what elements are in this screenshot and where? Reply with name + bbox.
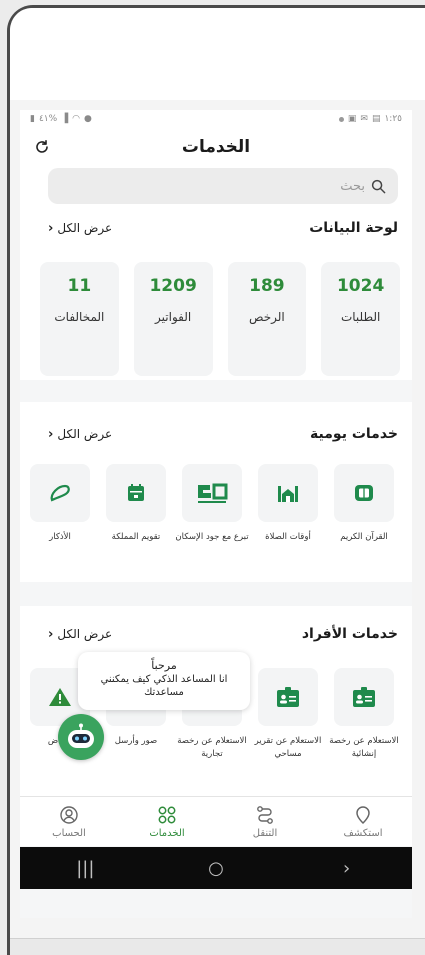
dashboard-title: لوحة البيانات <box>309 220 398 236</box>
back-icon[interactable]: › <box>317 858 377 879</box>
mail-status-icon: ✉ <box>360 114 368 124</box>
stat-card-licenses[interactable]: 189 الرخص <box>227 262 307 376</box>
notification-dot-icon <box>338 116 344 122</box>
header: الخدمات <box>20 128 412 166</box>
individual-services-title: خدمات الأفراد <box>301 626 398 642</box>
service-tile-survey-report[interactable]: الاستعلام عن تقرير مساحي <box>255 668 321 761</box>
bottom-navigation: استكشف التنقل الخدمات الحساب <box>20 796 412 846</box>
nav-services[interactable]: الخدمات <box>132 805 202 839</box>
location-pin-icon <box>356 805 370 824</box>
service-label: الاستعلام عن رخصة إنشائية <box>329 736 399 760</box>
system-navigation-bar: ||| ○ › <box>20 847 412 889</box>
service-label: الأذكار <box>49 532 71 542</box>
search-icon <box>371 179 386 193</box>
refresh-icon[interactable] <box>34 139 50 155</box>
service-tile-prayer-times[interactable]: أوقات الصلاة <box>258 464 318 544</box>
service-tile-jood-donation[interactable]: تبرع مع جود الإسكان <box>175 464 249 544</box>
assistant-chat-bubble[interactable]: مرحباً انا المساعد الذكي كيف يمكنني مساع… <box>78 652 250 710</box>
view-all-label: عرض الكل <box>57 427 113 441</box>
page-title: الخدمات <box>181 137 251 157</box>
mosque-icon <box>258 464 318 522</box>
service-label: القرآن الكريم <box>340 532 388 542</box>
service-label: صور وأرسل <box>114 736 158 746</box>
daily-view-all-link[interactable]: عرض الكل ‹ <box>48 427 112 442</box>
chevron-left-icon: ‹ <box>48 626 54 642</box>
individual-view-all-link[interactable]: عرض الكل ‹ <box>48 627 112 642</box>
stats-row: 1024 الطلبات 189 الرخص 1209 الفواتير 11 … <box>40 262 400 376</box>
device-top-bezel <box>10 8 425 100</box>
service-label: أوقات الصلاة <box>265 532 311 542</box>
daily-services-title: خدمات يومية <box>310 426 398 442</box>
service-label: تقويم المملكة <box>111 532 161 542</box>
nav-account[interactable]: الحساب <box>34 805 104 839</box>
search-placeholder: بحث <box>340 178 365 194</box>
prayer-beads-icon <box>30 464 90 522</box>
individual-services-header: خدمات الأفراد عرض الكل ‹ <box>48 626 398 642</box>
dashboard-view-all-link[interactable]: عرض الكل ‹ <box>48 221 112 236</box>
stat-value: 1024 <box>336 276 385 296</box>
clock-text: ١:٢٥ <box>384 114 402 124</box>
status-left: ▮ ٤١% ▐ ◠ ● <box>30 114 92 124</box>
stat-value: 11 <box>67 276 92 296</box>
stat-label: الفواتير <box>155 310 192 324</box>
stat-label: المخالفات <box>54 310 105 324</box>
nav-label: التنقل <box>252 827 278 839</box>
daily-services-panel: خدمات يومية عرض الكل ‹ القرآن الكريم أوق… <box>20 402 412 582</box>
nav-label: الخدمات <box>149 827 185 839</box>
nav-explore[interactable]: استكشف <box>328 805 398 839</box>
stat-label: الرخص <box>249 310 285 324</box>
home-icon[interactable]: ○ <box>186 858 246 879</box>
user-icon <box>60 805 78 824</box>
chevron-left-icon: ‹ <box>48 220 54 236</box>
chevron-left-icon: ‹ <box>48 426 54 442</box>
stat-value: 1209 <box>149 276 197 296</box>
battery-icon: ▮ <box>30 114 35 124</box>
view-all-label: عرض الكل <box>57 627 113 641</box>
assistant-bot-button[interactable] <box>58 714 104 760</box>
quran-icon <box>334 464 394 522</box>
route-icon <box>257 805 273 824</box>
stat-value: 189 <box>249 276 285 296</box>
daily-services-list: القرآن الكريم أوقات الصلاة تبرع مع جود ا… <box>20 464 412 544</box>
calendar-status-icon: ▣ <box>347 114 357 124</box>
id-card-icon <box>258 668 318 726</box>
service-tile-adhkar[interactable]: الأذكار <box>30 464 90 544</box>
phone-screen: ▣ ✉ ▤ ١:٢٥ ▮ ٤١% ▐ ◠ ● الخدمات بحث لوحة … <box>20 110 412 918</box>
service-label: الاستعلام عن رخصة تجارية <box>177 736 247 760</box>
service-tile-construction-license[interactable]: الاستعلام عن رخصة إنشائية <box>329 668 399 761</box>
search-input[interactable]: بحث <box>48 168 398 204</box>
recents-icon[interactable]: ||| <box>55 858 115 879</box>
grid-icon <box>158 806 176 823</box>
wifi-icon: ◠ <box>72 114 80 124</box>
status-bar: ▣ ✉ ▤ ١:٢٥ ▮ ٤١% ▐ ◠ ● <box>20 110 412 128</box>
jood-logo-icon <box>182 464 242 522</box>
device-bottom-bezel <box>10 938 425 955</box>
stat-label: الطلبات <box>340 310 381 324</box>
assistant-greeting: مرحباً <box>151 659 177 672</box>
view-all-label: عرض الكل <box>57 221 113 235</box>
image-status-icon: ▤ <box>371 114 381 124</box>
nav-label: الحساب <box>52 827 86 839</box>
signal-icon: ▐ <box>61 114 69 124</box>
service-label: الاستعلام عن تقرير مساحي <box>254 736 322 760</box>
nav-navigation[interactable]: التنقل <box>230 805 300 839</box>
service-tile-kingdom-calendar[interactable]: تقويم المملكة <box>106 464 166 544</box>
nav-label: استكشف <box>343 827 383 839</box>
calendar-icon <box>106 464 166 522</box>
stat-card-requests[interactable]: 1024 الطلبات <box>321 262 400 376</box>
battery-text: ٤١% <box>38 114 58 124</box>
service-tile-quran[interactable]: القرآن الكريم <box>334 464 394 544</box>
stat-card-invoices[interactable]: 1209 الفواتير <box>133 262 213 376</box>
status-right: ▣ ✉ ▤ ١:٢٥ <box>338 114 402 124</box>
service-label: تبرع مع جود الإسكان <box>175 532 249 542</box>
id-card-icon <box>334 668 394 726</box>
stat-card-violations[interactable]: 11 المخالفات <box>40 262 119 376</box>
assistant-message: انا المساعد الذكي كيف يمكنني مساعدتك <box>100 674 228 698</box>
dashboard-header: لوحة البيانات عرض الكل ‹ <box>48 220 398 236</box>
daily-services-header: خدمات يومية عرض الكل ‹ <box>48 426 398 442</box>
robot-icon <box>68 723 94 748</box>
location-status-icon: ● <box>83 114 92 124</box>
